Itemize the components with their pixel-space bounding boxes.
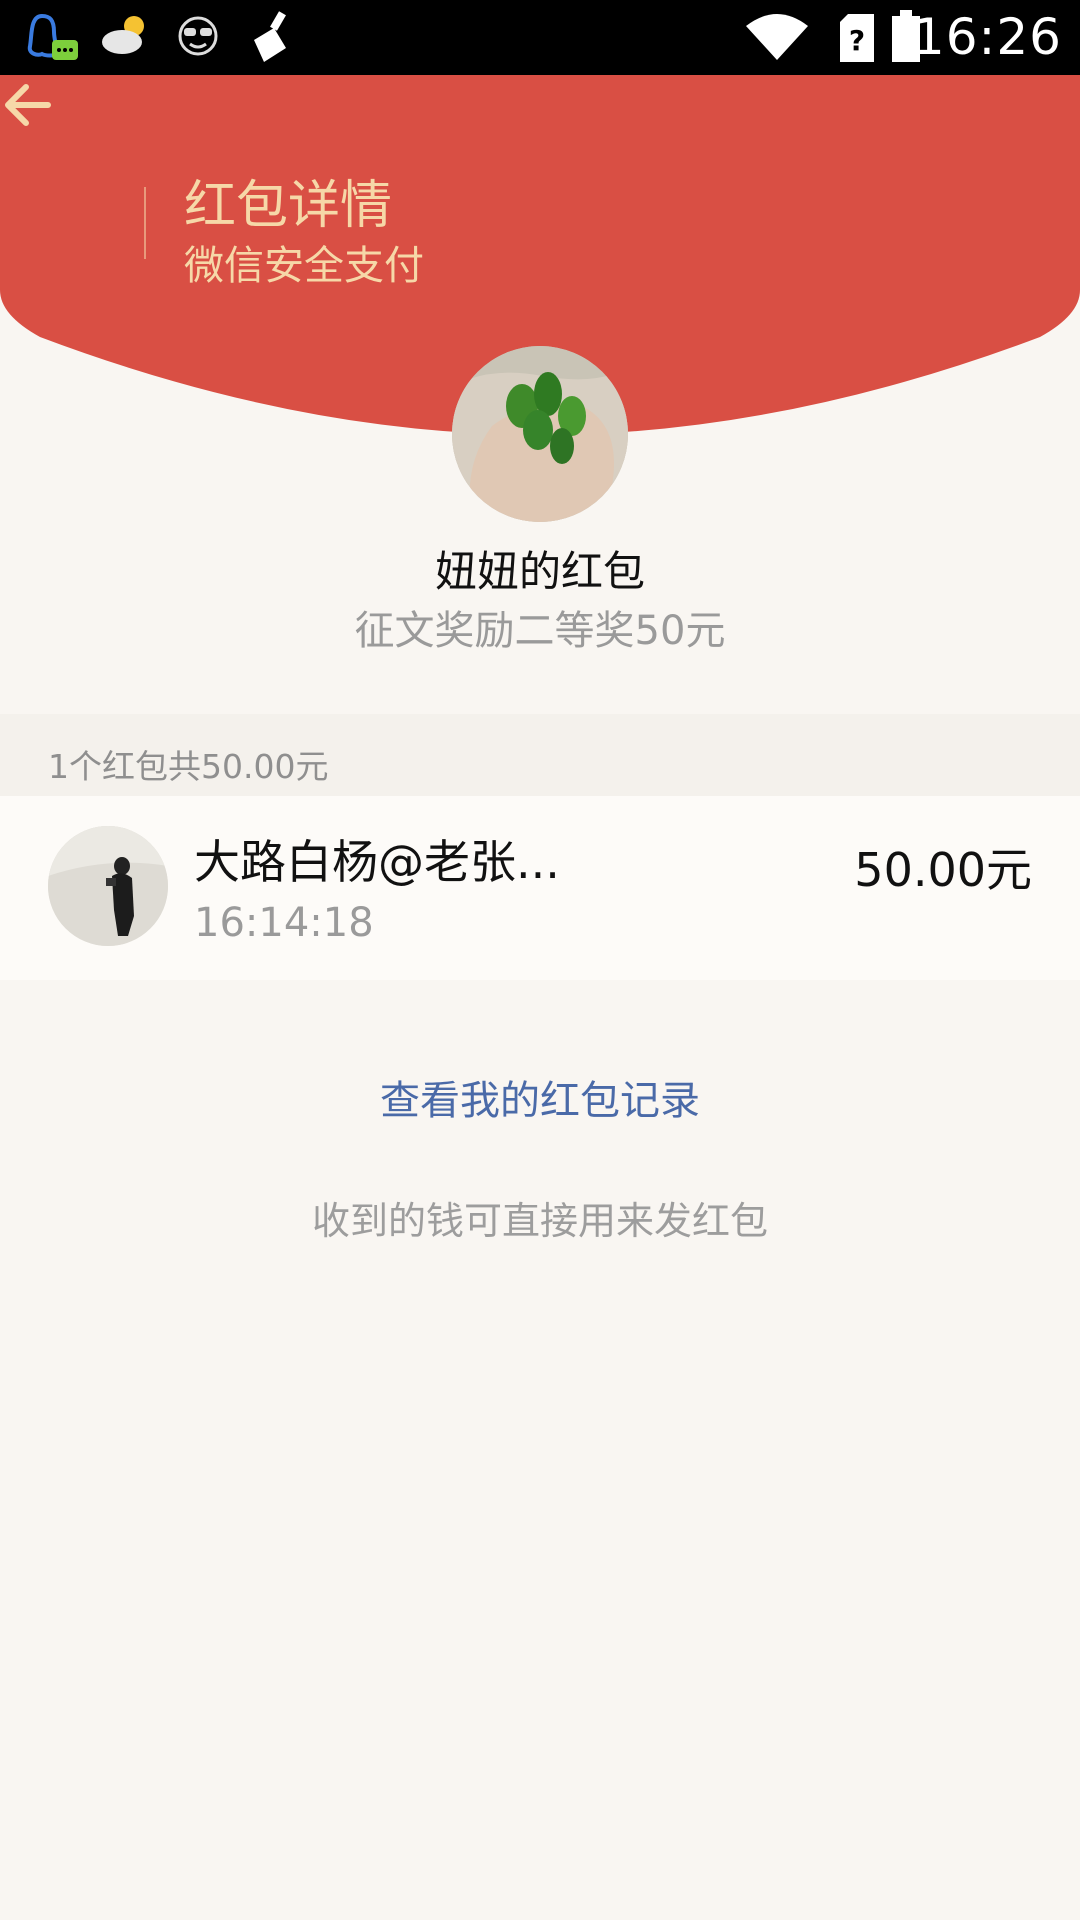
svg-text:?: ?: [849, 24, 865, 57]
my-records-link[interactable]: 查看我的红包记录: [0, 1068, 1080, 1126]
page-title: 红包详情: [184, 176, 393, 236]
weather-cloudy-icon: [102, 16, 144, 54]
cleaner-broom-icon: [254, 11, 286, 62]
header-divider: [144, 187, 146, 259]
received-time: 16:14:18: [194, 900, 374, 946]
recipient-avatar[interactable]: [48, 826, 168, 946]
footnote-text: 收到的钱可直接用来发红包: [311, 1199, 768, 1243]
sender-name: 妞妞的红包: [434, 547, 645, 596]
back-arrow-icon[interactable]: [0, 75, 60, 135]
sender-avatar[interactable]: [452, 346, 628, 522]
recipient-name: 大路白杨@老张...: [194, 835, 560, 889]
blessing-text: 征文奖励二等奖50元: [354, 608, 726, 654]
wifi-icon: [746, 14, 808, 60]
page-subtitle: 微信安全支付: [184, 243, 424, 289]
sunglasses-face-icon: [178, 16, 218, 56]
received-amount: 50.00元: [854, 843, 1032, 897]
status-time: 16:26: [912, 8, 1062, 66]
summary-text: 1个红包共50.00元: [48, 747, 329, 786]
status-bar: ? 16:26: [0, 0, 1080, 75]
sim-unknown-icon: ?: [840, 14, 874, 62]
qq-icon: [27, 13, 78, 60]
